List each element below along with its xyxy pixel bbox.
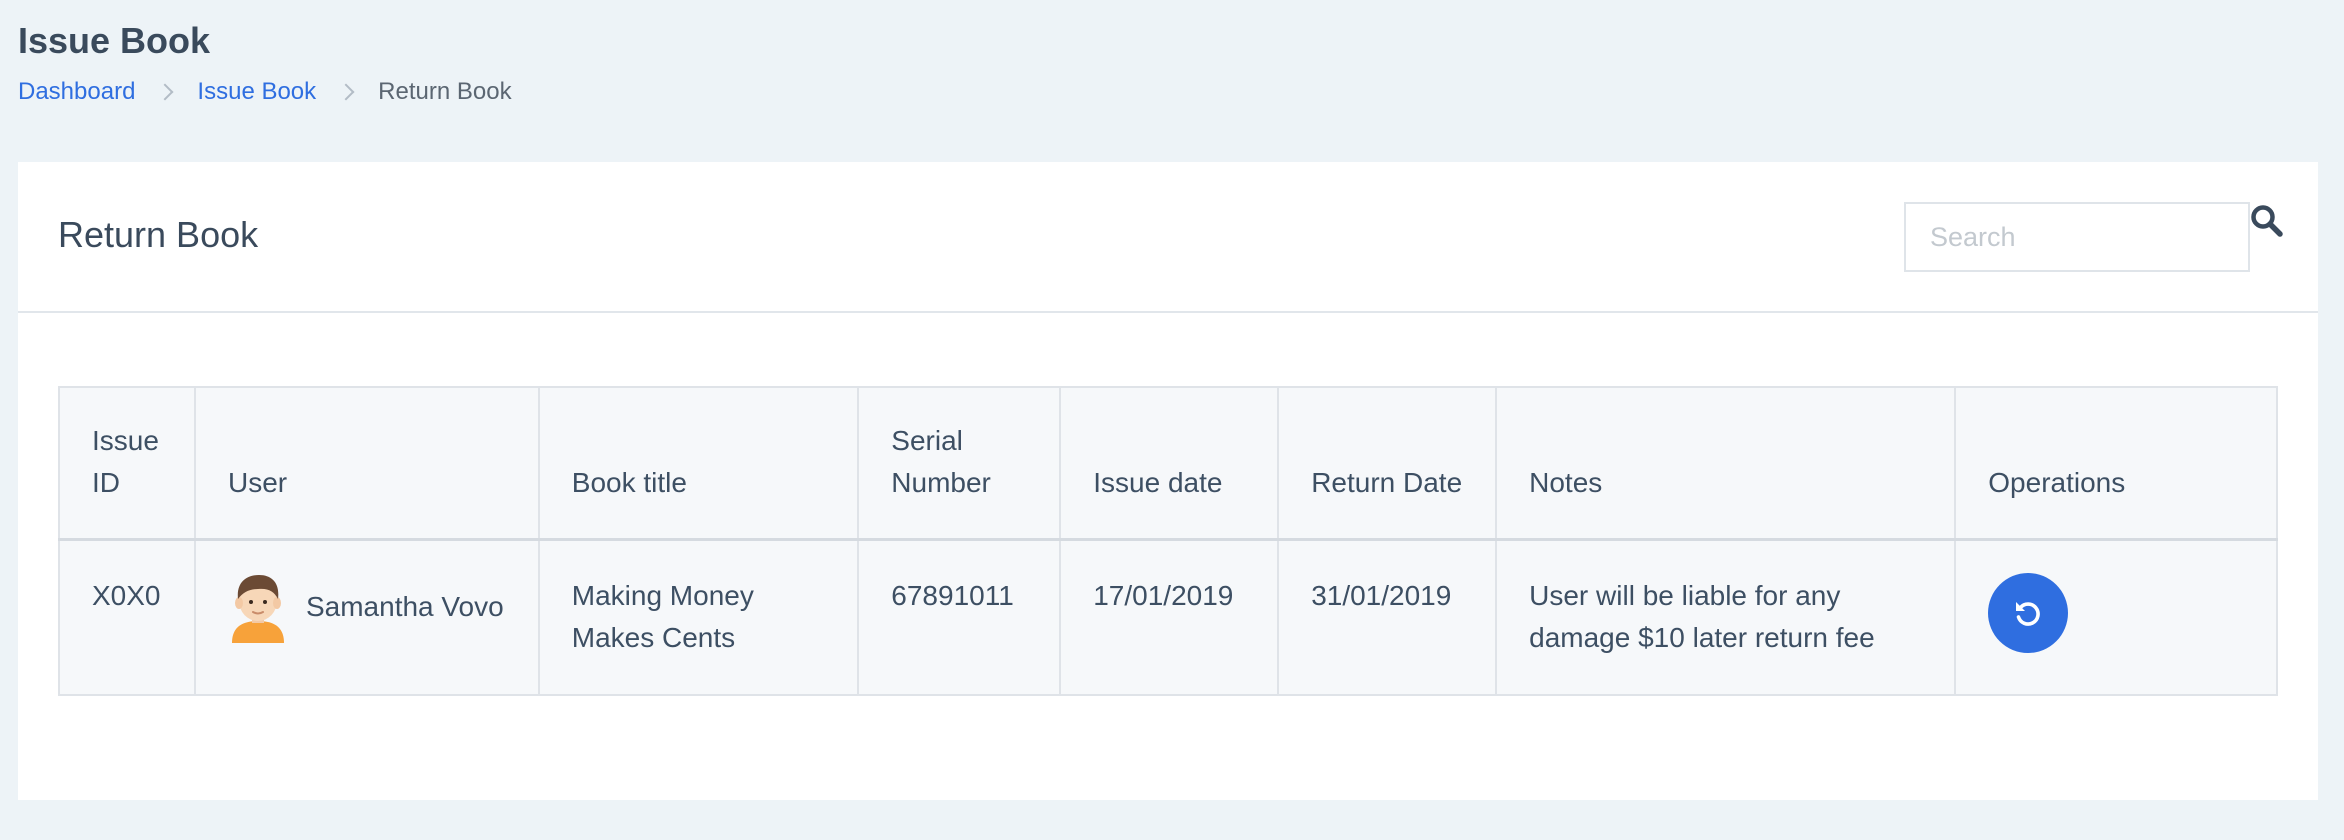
user-avatar-icon [231, 574, 284, 643]
return-book-card: Return Book Issue ID User B [18, 162, 2318, 800]
breadcrumb-dashboard-link[interactable]: Dashboard [18, 78, 135, 106]
card-title: Return Book [58, 214, 259, 255]
undo-icon [2016, 601, 2041, 626]
page-title: Issue Book [18, 20, 211, 61]
table-row: X0X0 Samantha Vovo Making Money Makes Ce… [58, 538, 2278, 696]
breadcrumb-current: Return Book [378, 78, 512, 105]
issue-date-cell: 17/01/2019 [1059, 538, 1280, 696]
column-header-return-date: Return Date [1277, 386, 1498, 540]
table-header-row: Issue ID User Book title Serial Number I… [58, 386, 2278, 540]
chevron-right-icon [156, 83, 174, 101]
search-icon[interactable] [2250, 204, 2284, 238]
user-name: Samantha Vovo [305, 590, 504, 622]
breadcrumb-issue-book-link[interactable]: Issue Book [197, 78, 316, 106]
issue-table-wrapper: Issue ID User Book title Serial Number I… [58, 386, 2278, 696]
return-book-button[interactable] [1988, 572, 2069, 653]
book-title-cell: Making Money Makes Cents [537, 538, 860, 696]
column-header-notes: Notes [1495, 386, 1957, 540]
issue-id-cell: X0X0 [58, 538, 196, 696]
notes-cell: User will be liable for any damage $10 l… [1495, 538, 1957, 696]
user-cell: Samantha Vovo [193, 538, 540, 696]
card-header: Return Book [18, 162, 2318, 313]
issue-table: Issue ID User Book title Serial Number I… [58, 386, 2278, 696]
column-header-user: User [193, 386, 540, 540]
return-date-cell: 31/01/2019 [1277, 538, 1498, 696]
serial-number-cell: 67891011 [857, 538, 1062, 696]
column-header-issue-date: Issue date [1059, 386, 1280, 540]
breadcrumb: Dashboard Issue Book Return Book [18, 78, 512, 106]
column-header-book-title: Book title [537, 386, 860, 540]
column-header-operations: Operations [1954, 386, 2278, 540]
search-input[interactable] [1904, 202, 2250, 272]
operations-cell [1954, 538, 2278, 696]
chevron-right-icon [337, 83, 355, 101]
column-header-issue-id: Issue ID [58, 386, 196, 540]
column-header-serial-number: Serial Number [857, 386, 1062, 540]
